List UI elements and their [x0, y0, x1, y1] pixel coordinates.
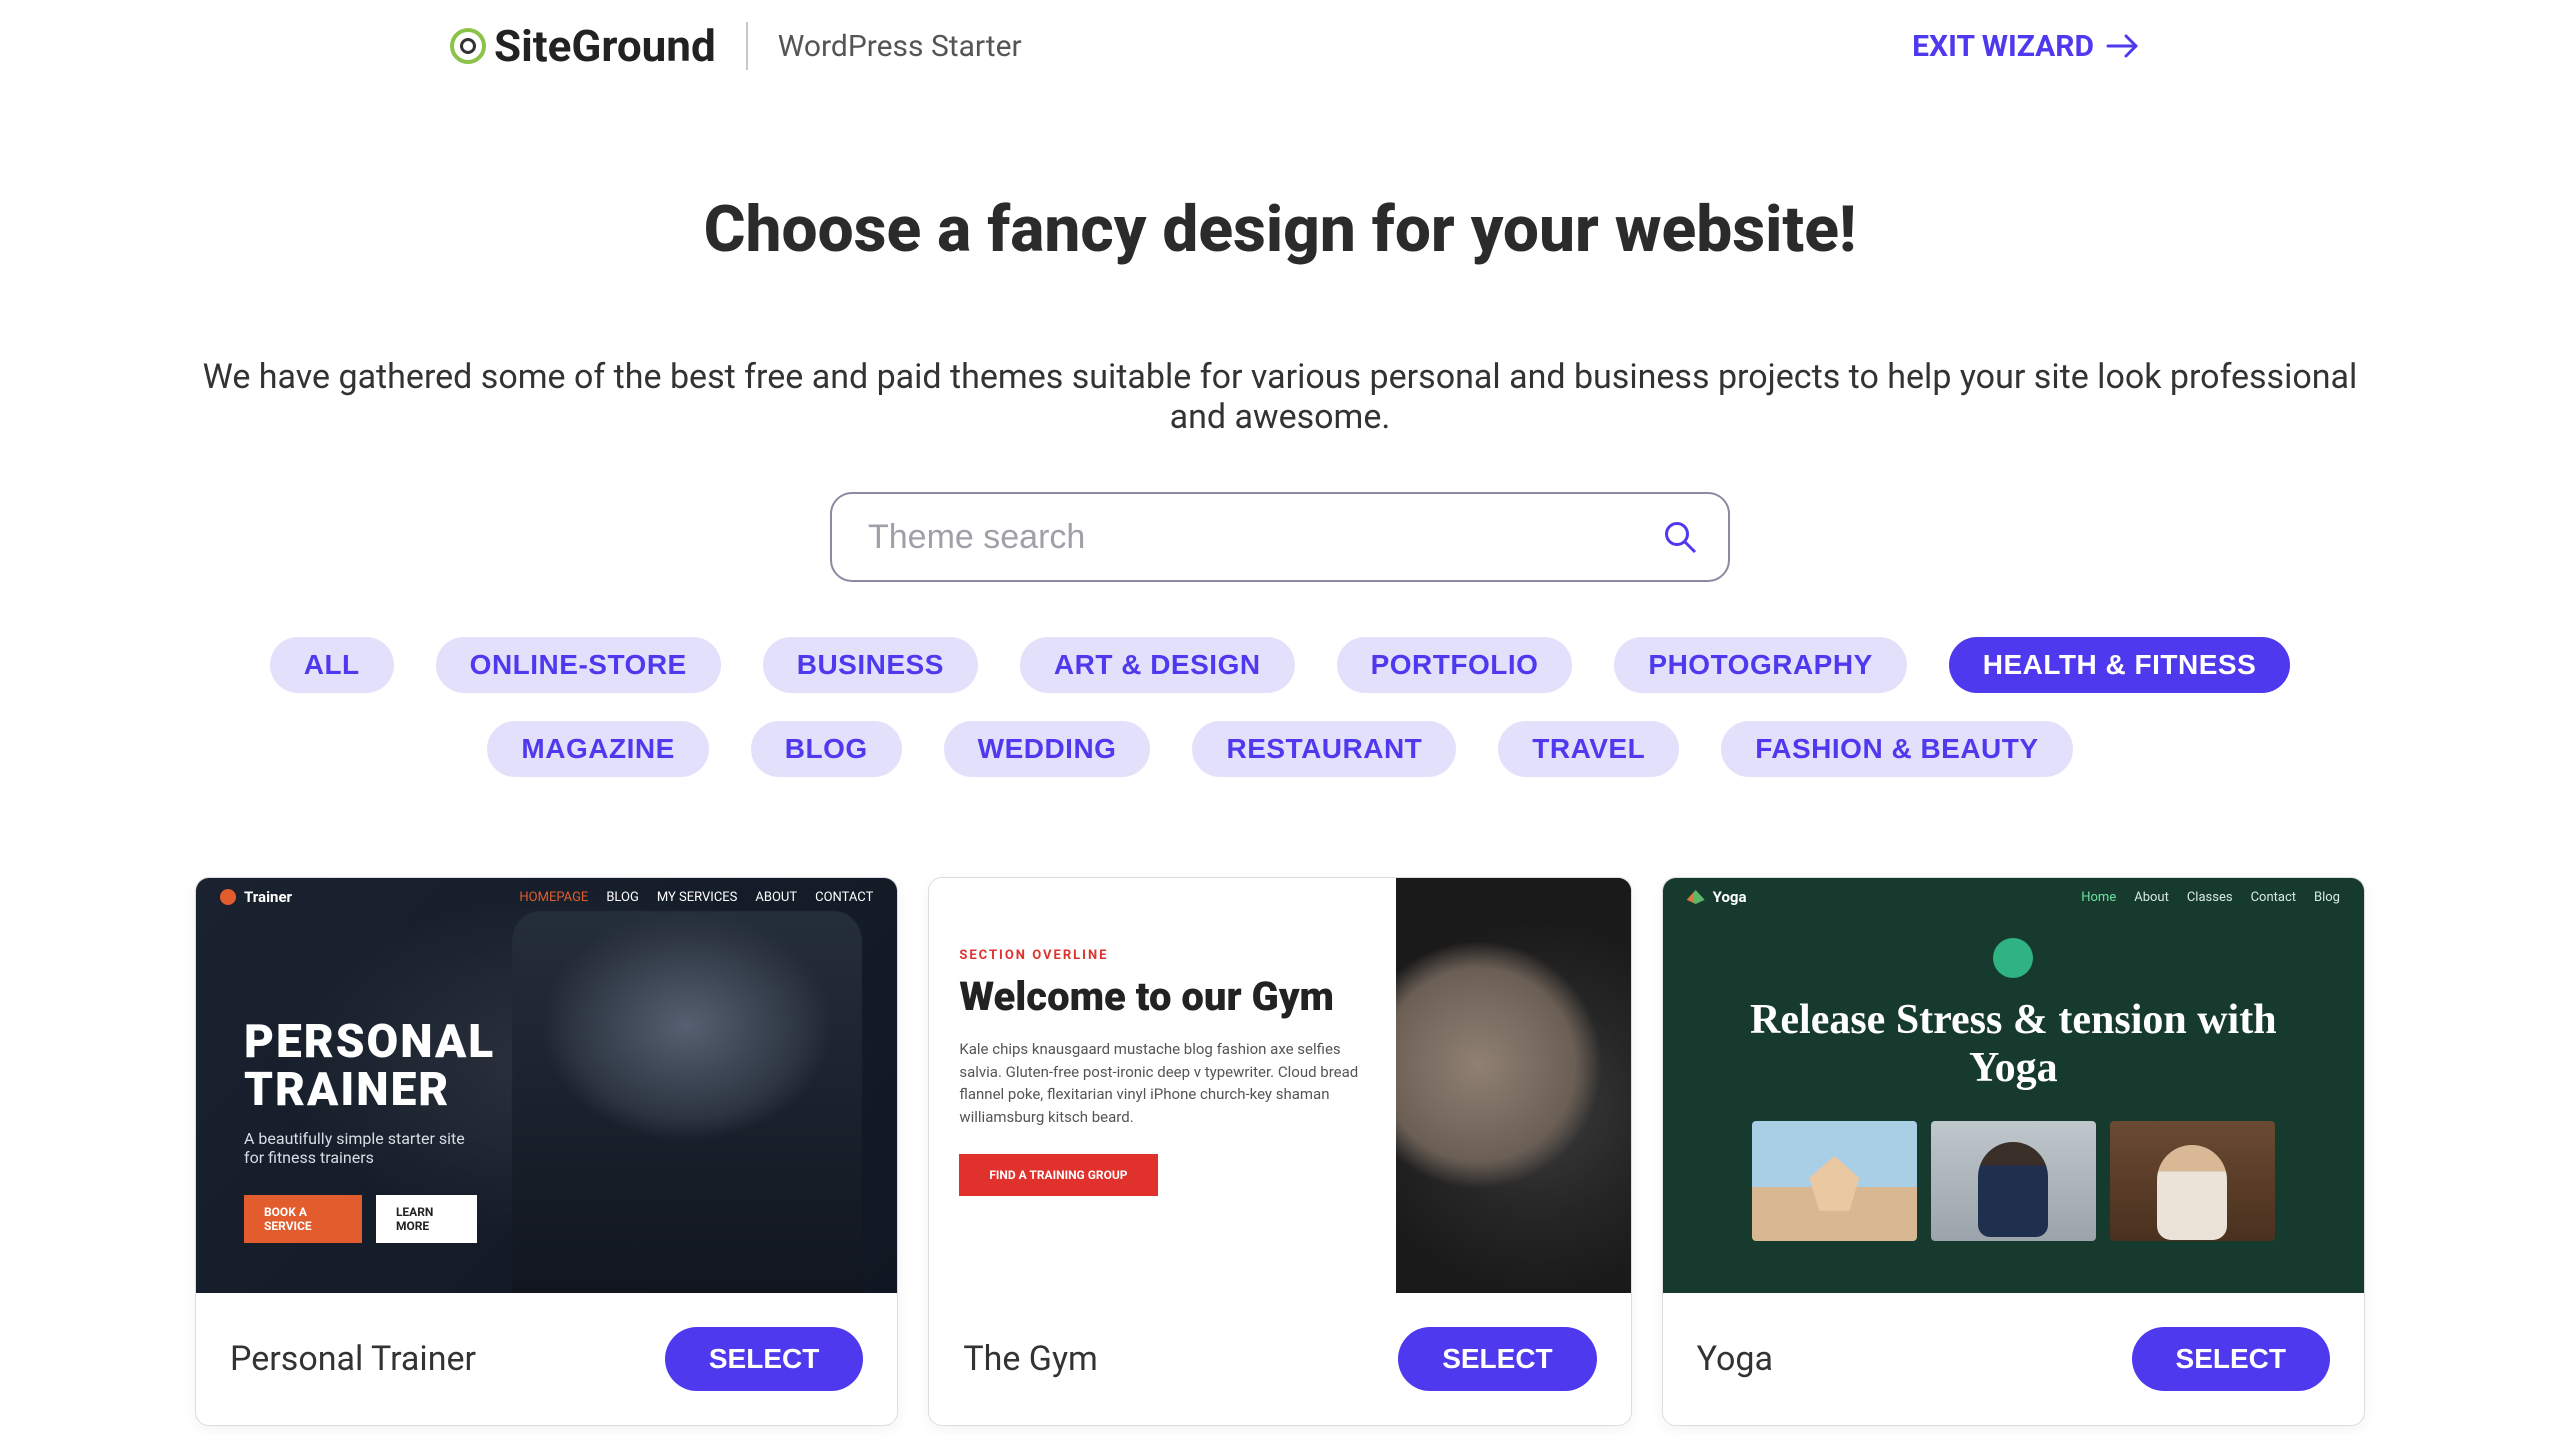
preview-hero-title: PERSONAL TRAINER: [244, 1018, 477, 1115]
theme-name: The Gym: [963, 1339, 1098, 1379]
theme-grid: Trainer HOMEPAGE BLOG MY SERVICES ABOUT …: [195, 877, 2365, 1426]
category-pill-magazine[interactable]: MAGAZINE: [487, 721, 708, 777]
exit-wizard-link[interactable]: EXIT WIZARD: [1912, 29, 2140, 64]
logo-swirl-icon: [450, 28, 486, 64]
theme-name: Personal Trainer: [230, 1339, 476, 1379]
preview-tiles: [1663, 1121, 2364, 1241]
theme-card-yoga: Yoga Home About Classes Contact Blog Rel…: [1662, 877, 2365, 1426]
preview-tile: [1931, 1121, 2096, 1241]
preview-nav: Yoga Home About Classes Contact Blog: [1663, 878, 2364, 916]
preview-body: Kale chips knausgaard mustache blog fash…: [959, 1038, 1365, 1128]
preview-nav-contact: Contact: [2251, 890, 2296, 905]
preview-hero-buttons: BOOK A SERVICE LEARN MORE: [244, 1195, 477, 1243]
exit-wizard-label: EXIT WIZARD: [1912, 29, 2094, 64]
preview-nav-about: About: [2134, 890, 2169, 905]
preview-figure: [512, 911, 863, 1293]
search-box[interactable]: [830, 492, 1730, 582]
logo-text: SiteGround: [494, 20, 716, 72]
preview-btn-book: BOOK A SERVICE: [244, 1195, 362, 1243]
preview-hero-title-l1: PERSONAL: [244, 1015, 495, 1069]
category-pill-wedding[interactable]: WEDDING: [944, 721, 1151, 777]
preview-brand-text: Yoga: [1713, 888, 1747, 906]
theme-preview[interactable]: Trainer HOMEPAGE BLOG MY SERVICES ABOUT …: [196, 878, 897, 1293]
preview-brand: Trainer: [220, 888, 292, 906]
preview-nav-services: MY SERVICES: [657, 890, 738, 905]
preview-tile: [1752, 1121, 1917, 1241]
preview-badge-icon: [1993, 938, 2033, 978]
page-title: Choose a fancy design for your website!: [195, 192, 2365, 267]
header-left: SiteGround WordPress Starter: [450, 20, 1022, 72]
preview-nav-blog: Blog: [2314, 890, 2340, 905]
theme-name: Yoga: [1697, 1339, 1773, 1379]
preview-nav-blog: BLOG: [606, 890, 639, 905]
preview-left: SECTION OVERLINE Welcome to our Gym Kale…: [929, 878, 1395, 1293]
theme-card-personal-trainer: Trainer HOMEPAGE BLOG MY SERVICES ABOUT …: [195, 877, 898, 1426]
siteground-logo: SiteGround: [450, 20, 716, 72]
preview-nav-contact: CONTACT: [815, 890, 873, 905]
category-pill-portfolio[interactable]: PORTFOLIO: [1337, 637, 1573, 693]
app-name: WordPress Starter: [778, 29, 1022, 64]
preview-brand-text: Trainer: [244, 888, 292, 906]
theme-card-footer: The Gym SELECT: [929, 1293, 1630, 1425]
select-theme-button[interactable]: SELECT: [665, 1327, 863, 1391]
page-subtitle: We have gathered some of the best free a…: [195, 357, 2365, 437]
preview-nav-links: Home About Classes Contact Blog: [2081, 890, 2340, 905]
preview-image: [1396, 878, 1631, 1293]
preview-hero-title: Release Stress & tension with Yoga: [1663, 996, 2364, 1093]
arrow-right-icon: [2106, 33, 2140, 59]
category-pill-blog[interactable]: BLOG: [751, 721, 902, 777]
preview-nav-links: HOMEPAGE BLOG MY SERVICES ABOUT CONTACT: [519, 890, 873, 905]
preview-nav-about: ABOUT: [755, 890, 797, 905]
category-pill-art-design[interactable]: ART & DESIGN: [1020, 637, 1295, 693]
preview-nav-classes: Classes: [2187, 890, 2233, 905]
app-header: SiteGround WordPress Starter EXIT WIZARD: [0, 0, 2560, 72]
category-pill-restaurant[interactable]: RESTAURANT: [1192, 721, 1456, 777]
search-icon: [1662, 519, 1698, 555]
theme-card-the-gym: SECTION OVERLINE Welcome to our Gym Kale…: [928, 877, 1631, 1426]
category-pill-all[interactable]: ALL: [270, 637, 394, 693]
preview-hero: PERSONAL TRAINER A beautifully simple st…: [244, 1018, 477, 1243]
preview-nav-home: Home: [2081, 890, 2116, 905]
theme-card-footer: Yoga SELECT: [1663, 1293, 2364, 1425]
preview-overline: SECTION OVERLINE: [959, 948, 1365, 963]
category-pill-travel[interactable]: TRAVEL: [1498, 721, 1679, 777]
leaf-icon: [1687, 890, 1705, 904]
theme-preview[interactable]: Yoga Home About Classes Contact Blog Rel…: [1663, 878, 2364, 1293]
header-divider: [746, 22, 748, 70]
preview-cta: FIND A TRAINING GROUP: [959, 1154, 1157, 1196]
search-wrap: [195, 492, 2365, 582]
select-theme-button[interactable]: SELECT: [1398, 1327, 1596, 1391]
theme-search-input[interactable]: [868, 518, 1662, 557]
preview-btn-learn: LEARN MORE: [376, 1195, 477, 1243]
theme-preview[interactable]: SECTION OVERLINE Welcome to our Gym Kale…: [929, 878, 1630, 1293]
preview-brand: Yoga: [1687, 888, 1747, 906]
preview-nav-homepage: HOMEPAGE: [519, 890, 588, 905]
preview-nav: Trainer HOMEPAGE BLOG MY SERVICES ABOUT …: [196, 878, 897, 916]
category-pill-health-fitness[interactable]: HEALTH & FITNESS: [1949, 637, 2290, 693]
preview-tile: [2110, 1121, 2275, 1241]
category-pill-business[interactable]: BUSINESS: [763, 637, 978, 693]
select-theme-button[interactable]: SELECT: [2132, 1327, 2330, 1391]
category-pill-fashion-beauty[interactable]: FASHION & BEAUTY: [1721, 721, 2072, 777]
category-pill-photography[interactable]: PHOTOGRAPHY: [1614, 637, 1906, 693]
main-content: Choose a fancy design for your website! …: [95, 192, 2465, 1426]
preview-hero-title-l2: TRAINER: [244, 1063, 450, 1117]
theme-card-footer: Personal Trainer SELECT: [196, 1293, 897, 1425]
category-filters: ALL ONLINE-STORE BUSINESS ART & DESIGN PORTF…: [195, 637, 2365, 777]
category-pill-online-store[interactable]: ONLINE-STORE: [436, 637, 721, 693]
preview-hero-sub: A beautifully simple starter site for fi…: [244, 1129, 477, 1167]
preview-hero-title: Welcome to our Gym: [959, 973, 1365, 1020]
